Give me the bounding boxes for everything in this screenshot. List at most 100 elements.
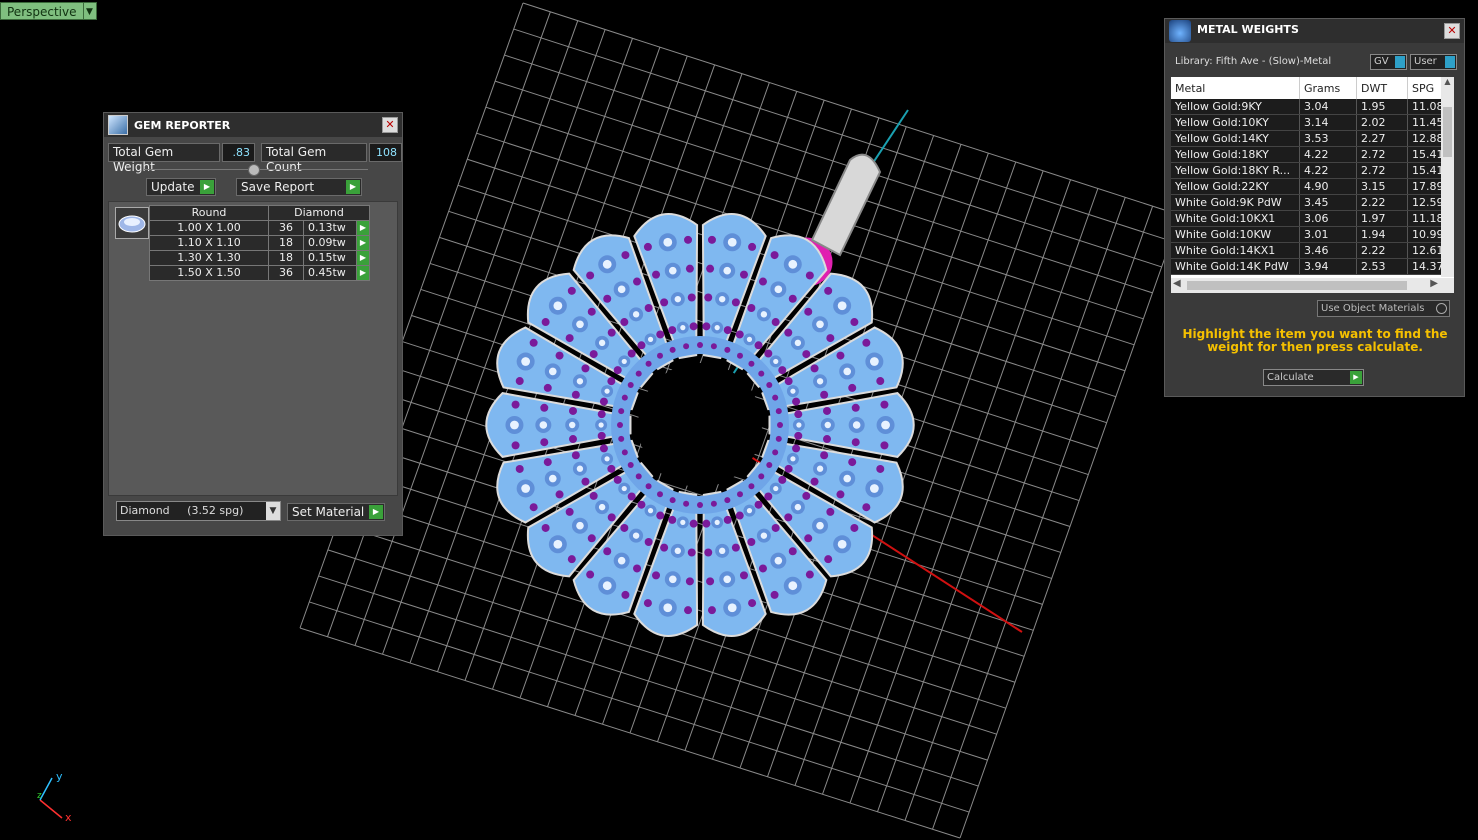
gem-highlight [602,581,612,591]
calculate-label: Calculate [1267,372,1314,383]
inner-prong [635,370,642,377]
total-gem-count-value: 108 [368,143,402,162]
scrollbar-thumb[interactable] [1187,281,1407,290]
prong [788,294,797,303]
prong [810,477,819,486]
save-report-button[interactable]: Save Report ▶ [236,178,362,196]
select-row-icon[interactable]: ▶ [356,235,370,251]
table-row[interactable]: White Gold:14KX1 3.46 2.22 12.61 [1171,242,1454,259]
prong [586,271,595,280]
select-row-icon[interactable]: ▶ [356,265,370,281]
inner-prong [635,473,642,480]
gem-highlight [548,367,557,376]
viewport-mode-selector[interactable]: Perspective ▼ [0,2,97,20]
user-toggle[interactable]: User [1410,54,1457,70]
inner-prong [617,422,623,428]
use-object-materials-toggle[interactable]: Use Object Materials [1317,300,1450,317]
prong [685,577,694,586]
gem-highlight [727,237,737,247]
scroll-right-icon[interactable]: ▶ [1430,278,1438,289]
cell-grams: 3.01 [1299,226,1357,243]
prong [739,571,748,580]
prong [771,318,780,327]
grid-line [299,627,961,839]
table-row[interactable]: White Gold:9K PdW 3.45 2.22 12.59 [1171,194,1454,211]
cell-metal: Yellow Gold:22KY [1171,178,1300,195]
update-label: Update [151,180,195,194]
table-row[interactable]: 1.10 X 1.10 18 0.09tw ▶ [149,235,370,251]
prong [802,350,811,359]
horizontal-scrollbar[interactable]: ◀ ▶ [1171,278,1454,293]
gem-highlight [576,465,584,472]
material-select-value: Diamond (3.52 spg) [120,504,244,517]
vertical-scrollbar[interactable]: ▲ [1441,77,1454,277]
scroll-up-icon[interactable]: ▲ [1441,77,1454,86]
table-row[interactable]: 1.00 X 1.00 36 0.13tw ▶ [149,220,370,236]
splitter-handle[interactable] [248,164,260,176]
gem-reporter-titlebar[interactable]: GEM REPORTER ✕ [104,113,402,137]
select-row-icon[interactable]: ▶ [356,220,370,236]
prong [643,599,652,608]
prong [589,491,598,500]
prong [607,328,616,337]
close-icon[interactable]: ✕ [1444,23,1460,39]
update-button[interactable]: Update ▶ [146,178,216,196]
chevron-down-icon[interactable]: ▼ [266,502,280,520]
table-row[interactable]: White Gold:14K PdW 3.94 2.53 14.37 [1171,258,1454,275]
prong [684,606,693,615]
material-select[interactable]: Diamond (3.52 spg) ▼ [116,501,281,521]
prong [748,242,757,251]
column-header-dwt[interactable]: DWT [1356,77,1408,99]
gem-highlight [602,259,612,269]
table-row[interactable]: Yellow Gold:18KY R... 4.22 2.72 15.41 [1171,162,1454,179]
gem-highlight [723,266,732,275]
cell-dwt: 1.95 [1356,99,1408,115]
chevron-down-icon[interactable]: ▼ [83,2,97,20]
column-header-metal[interactable]: Metal [1171,77,1300,99]
gem-thumbnail[interactable] [115,207,149,239]
prong [627,492,636,501]
table-row[interactable]: White Gold:10KX1 3.06 1.97 11.18 [1171,210,1454,227]
gem-highlight [727,603,737,613]
table-row[interactable]: Yellow Gold:10KY 3.14 2.02 11.45 [1171,114,1454,131]
prong [587,534,596,543]
prong [565,507,574,516]
inner-prong [621,449,628,456]
viewport-mode-label[interactable]: Perspective [0,2,84,20]
scroll-left-icon[interactable]: ◀ [1173,278,1181,289]
calculate-button[interactable]: Calculate ▶ [1263,369,1364,386]
metal-table[interactable]: Metal Grams DWT SPG Yellow Gold:9KY 3.04 1… [1171,77,1454,293]
prong [848,458,857,467]
set-material-button[interactable]: Set Material ▶ [287,503,385,521]
cell-metal: Yellow Gold:9KY [1171,99,1300,115]
table-row[interactable]: Yellow Gold:22KY 4.90 3.15 17.89 [1171,178,1454,195]
metal-weights-titlebar[interactable]: METAL WEIGHTS ✕ [1165,19,1464,43]
gem-size: 1.30 X 1.30 [149,250,269,266]
table-row[interactable]: Yellow Gold:9KY 3.04 1.95 11.08 [1171,99,1454,115]
table-row[interactable]: 1.30 X 1.30 18 0.15tw ▶ [149,250,370,266]
prong [747,303,756,312]
table-row[interactable]: 1.50 X 1.50 36 0.45tw ▶ [149,265,370,281]
column-header-grams[interactable]: Grams [1299,77,1357,99]
select-row-icon[interactable]: ▶ [356,250,370,266]
prong [836,351,845,360]
prong [515,464,524,473]
table-row[interactable]: Yellow Gold:14KY 3.53 2.27 12.88 [1171,130,1454,147]
gv-toggle[interactable]: GV [1370,54,1407,70]
axis-y-label: y [56,770,63,783]
cell-metal: White Gold:10KX1 [1171,210,1300,227]
gem-highlight [674,295,682,303]
prong [735,330,744,339]
prong [851,438,860,447]
gem-reporter-title: GEM REPORTER [134,118,231,132]
prong [823,406,832,415]
scrollbar-thumb[interactable] [1443,107,1452,157]
prong [748,599,757,608]
prong [613,366,622,375]
prong [794,431,803,440]
table-row[interactable]: Yellow Gold:18KY 4.22 2.72 15.41 [1171,146,1454,163]
prong [540,438,549,447]
table-row[interactable]: White Gold:10KW 3.01 1.94 10.99 [1171,226,1454,243]
prong [568,435,577,444]
close-icon[interactable]: ✕ [382,117,398,133]
